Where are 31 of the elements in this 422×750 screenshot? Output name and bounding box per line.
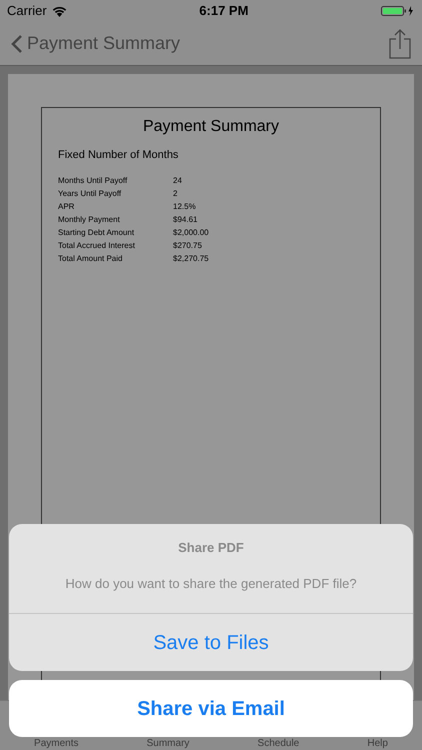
summary-label: Monthly Payment [58, 214, 121, 226]
summary-label: Years Until Payoff [58, 188, 122, 200]
chevron-left-icon [11, 34, 23, 54]
tab-item[interactable]: Help [367, 738, 388, 750]
carrier-label: Carrier [7, 2, 47, 20]
share-icon[interactable] [389, 28, 411, 58]
summary-value: $270.75 [173, 240, 202, 252]
share-email-button[interactable]: Share via Email [9, 680, 413, 737]
document-subtitle: Fixed Number of Months [58, 148, 180, 163]
tab-item[interactable]: Summary [146, 738, 190, 750]
summary-label: Starting Debt Amount [58, 226, 136, 238]
summary-label: Total Accrued Interest [58, 240, 136, 252]
summary-label: APR [58, 200, 76, 212]
summary-value: 12.5% [173, 200, 196, 212]
tab-item[interactable]: Payments [34, 738, 79, 750]
tab-item[interactable]: Schedule [258, 738, 300, 750]
summary-label: Months Until Payoff [58, 174, 128, 186]
summary-value: $2,000.00 [173, 226, 209, 238]
summary-value: $94.61 [173, 214, 198, 226]
sheet-title: Share PDF [178, 539, 244, 557]
summary-value: $2,270.75 [173, 252, 209, 264]
battery-icon [381, 5, 415, 17]
summary-value: 2 [173, 188, 178, 200]
save-files-button[interactable]: Save to Files [9, 614, 413, 671]
summary-value: 24 [173, 174, 182, 186]
summary-label: Total Amount Paid [58, 252, 124, 264]
back-button[interactable]: Payment Summary [11, 30, 180, 57]
sheet-message: How do you want to share the generated PDF file? [65, 574, 357, 593]
clock-label: 6:17 PM [199, 2, 248, 20]
document-title: Payment Summary [142, 117, 280, 137]
wifi-icon [52, 6, 67, 16]
